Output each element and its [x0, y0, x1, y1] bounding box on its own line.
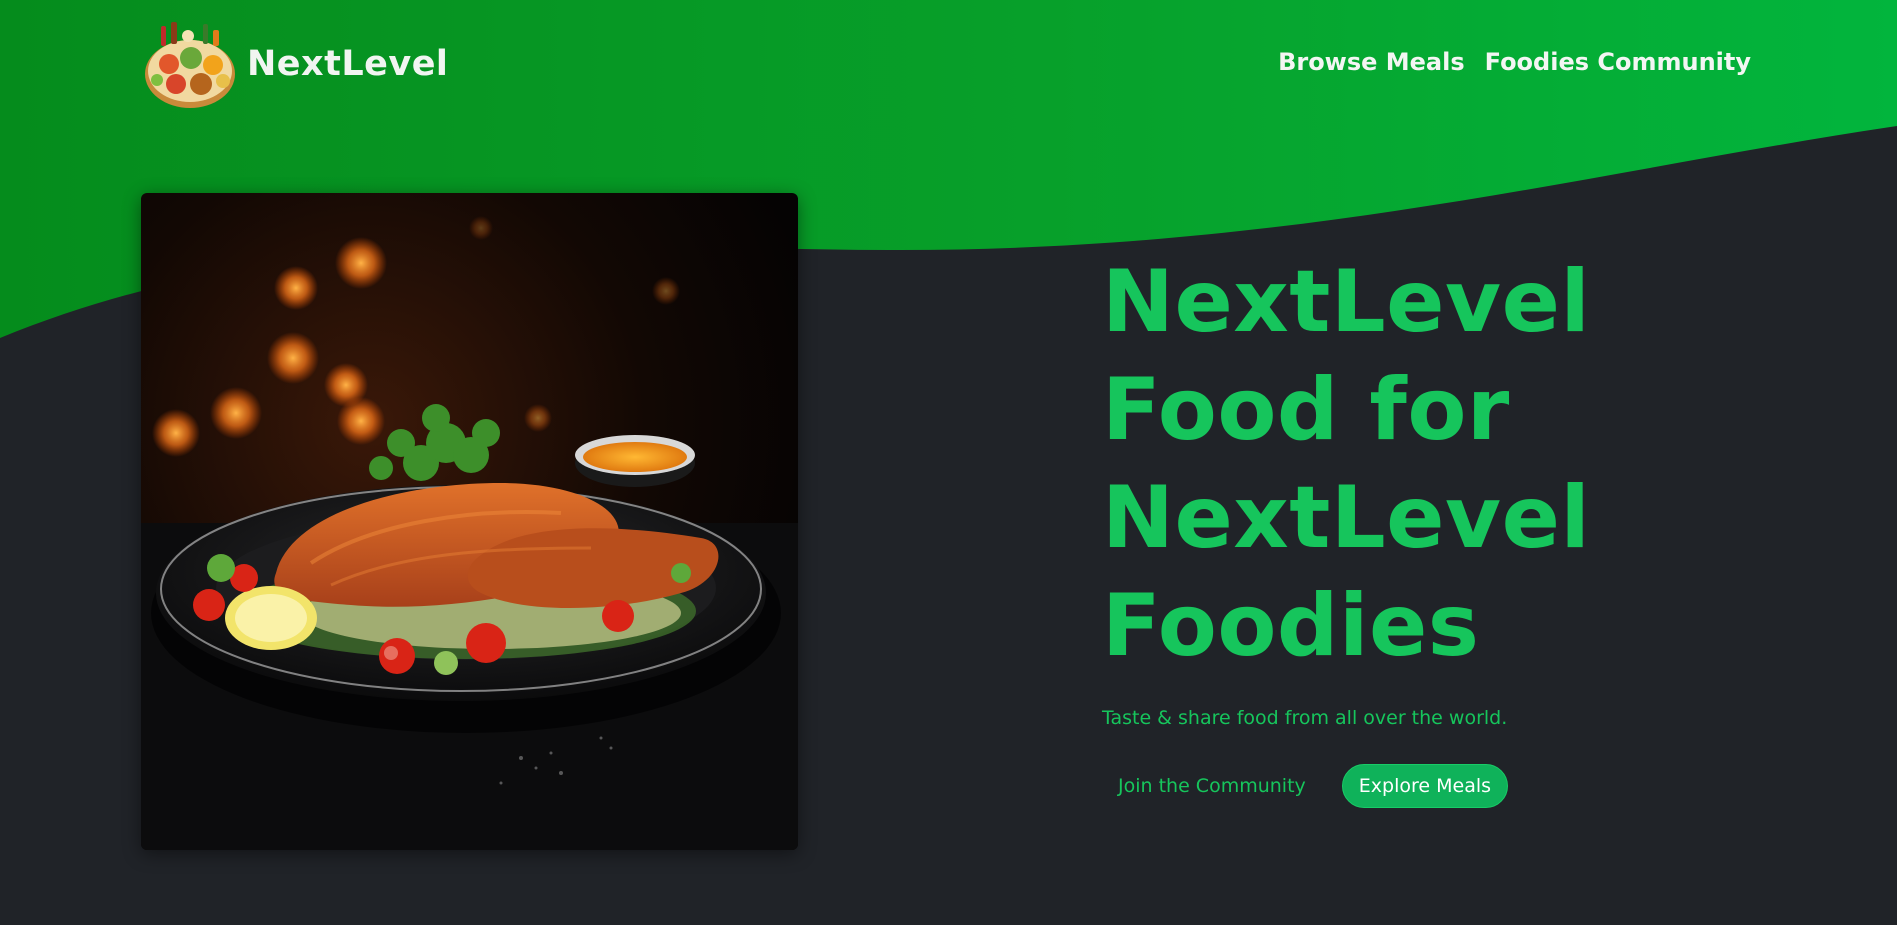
hero-content: NextLevel Food for NextLevel Foodies Tas… [1102, 248, 1722, 808]
brand-home-link[interactable]: NextLevel [143, 18, 448, 110]
hero-title: NextLevel Food for NextLevel Foodies [1102, 252, 1591, 676]
site-header: NextLevel Browse Meals Foodies Community [0, 0, 1897, 135]
explore-meals-button[interactable]: Explore Meals [1341, 764, 1509, 808]
hero-cta-group: Join the Community Explore Meals [1102, 764, 1722, 808]
main-nav: Browse Meals Foodies Community [1278, 48, 1751, 76]
nav-link-foodies-community[interactable]: Foodies Community [1485, 48, 1751, 76]
schnitzel-plate-image [141, 193, 798, 850]
page: NextLevel Browse Meals Foodies Community [0, 0, 1897, 925]
nav-link-browse-meals[interactable]: Browse Meals [1278, 48, 1465, 76]
hero-image [141, 193, 798, 850]
food-platter-logo-icon [145, 22, 235, 108]
hero-tagline: Taste & share food from all over the wor… [1102, 707, 1508, 729]
brand-name: NextLevel [247, 44, 449, 84]
join-community-link[interactable]: Join the Community [1102, 775, 1306, 797]
